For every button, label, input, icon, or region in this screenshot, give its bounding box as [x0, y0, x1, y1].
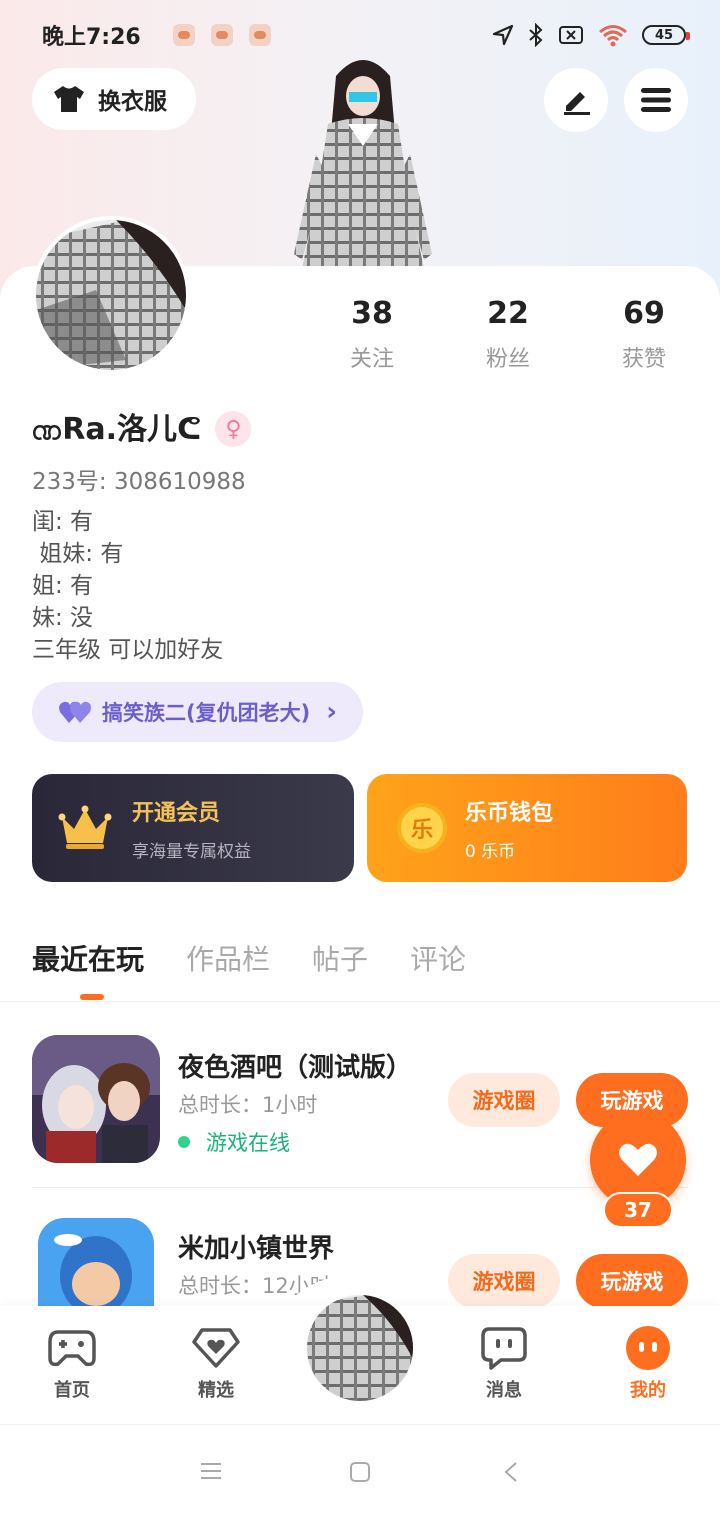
system-navigation-bar: [0, 1424, 720, 1520]
likes-stat[interactable]: 69 获赞: [584, 296, 704, 373]
likes-count: 69: [623, 296, 665, 331]
wallet-title: 乐币钱包: [465, 800, 554, 826]
game-name: 夜色酒吧（测试版）: [178, 1053, 413, 1083]
profile-tabs: 最近在玩 作品栏 帖子 评论: [32, 938, 466, 1000]
edit-profile-button[interactable]: [544, 68, 608, 132]
avatar-image: [36, 220, 186, 370]
chat-icon: [481, 1327, 527, 1370]
coin-wallet-card[interactable]: 乐 乐币钱包 0 乐币: [367, 774, 687, 882]
nickname: ဏRa.洛儿ᕦ: [32, 412, 202, 447]
coin-icon: 乐: [397, 803, 447, 853]
nav-home-label: 首页: [54, 1380, 90, 1401]
nav-profile[interactable]: 我的: [598, 1324, 698, 1402]
game-playtime: 总时长：1小时: [178, 1093, 318, 1117]
game-online-status: 游戏在线: [178, 1127, 290, 1157]
nav-featured-label: 精选: [198, 1380, 234, 1401]
location-icon: [492, 24, 514, 46]
avatar-image: [307, 1295, 413, 1401]
list-divider: [32, 1187, 688, 1188]
battery-level: 45: [654, 27, 674, 43]
game-circle-button[interactable]: 游戏圈: [448, 1073, 560, 1127]
bluetooth-icon: [529, 23, 543, 47]
crown-icon: [58, 805, 112, 849]
tabs-divider: [0, 1001, 720, 1002]
following-count: 38: [351, 296, 393, 331]
recents-icon[interactable]: [200, 1461, 222, 1481]
following-stat[interactable]: 38 关注: [312, 296, 432, 373]
nav-messages-label: 消息: [486, 1380, 522, 1401]
battery-icon: 45: [642, 25, 690, 45]
vip-subtitle: 享海量专属权益: [132, 841, 251, 862]
tab-posts[interactable]: 帖子: [312, 938, 368, 978]
notification-app-icon: [248, 24, 271, 46]
game-name: 米加小镇世界: [178, 1234, 335, 1264]
double-heart-icon: [59, 701, 91, 723]
tab-comments[interactable]: 评论: [410, 938, 466, 978]
heart-diamond-icon: [192, 1328, 240, 1368]
nav-center-avatar[interactable]: [304, 1292, 416, 1404]
home-icon[interactable]: [349, 1461, 371, 1483]
nav-profile-label: 我的: [630, 1380, 666, 1401]
family-group-label: 搞笑族二(复仇团老大): [102, 701, 311, 725]
nav-home[interactable]: 首页: [22, 1324, 122, 1402]
pen-icon: [564, 92, 590, 115]
game-icon: [32, 1035, 160, 1163]
followers-label: 粉丝: [485, 347, 530, 372]
bio-text: 闺: 有 姐妹: 有 姐: 有 妹: 没 三年级 可以加好友: [32, 509, 224, 663]
nickname-row: ဏRa.洛儿ᕦ ♀: [32, 404, 252, 454]
notification-app-icon: [172, 24, 195, 46]
wallet-balance: 0 乐币: [465, 841, 516, 862]
back-icon[interactable]: [502, 1461, 520, 1483]
game-list-item[interactable]: 夜色酒吧（测试版） 总时长：1小时 游戏在线 游戏圈 玩游戏: [32, 1035, 688, 1165]
gamepad-icon: [48, 1330, 96, 1367]
favorite-count-badge: 37: [603, 1192, 673, 1228]
followers-stat[interactable]: 22 粉丝: [448, 296, 568, 373]
followers-count: 22: [487, 296, 529, 331]
game-online-label: 游戏在线: [206, 1131, 290, 1155]
vip-title: 开通会员: [132, 800, 221, 826]
game-circle-button[interactable]: 游戏圈: [448, 1254, 560, 1308]
female-gender-icon: ♀: [215, 411, 252, 447]
play-game-button[interactable]: 玩游戏: [576, 1254, 688, 1308]
following-label: 关注: [349, 347, 394, 372]
heart-icon: [619, 1143, 657, 1176]
change-outfit-label: 换衣服: [98, 89, 167, 115]
tab-recently-played[interactable]: 最近在玩: [32, 938, 144, 1000]
chevron-right-icon: ›: [326, 697, 337, 727]
online-dot-icon: [178, 1136, 190, 1148]
nav-messages[interactable]: 消息: [454, 1324, 554, 1402]
notification-app-icon: [210, 24, 233, 46]
wifi-icon: [599, 25, 627, 47]
user-id: 233号: 308610988: [32, 469, 246, 495]
clock: 晚上7:26: [42, 25, 141, 50]
change-outfit-button[interactable]: 换衣服: [32, 68, 196, 130]
tshirt-icon: [54, 86, 84, 112]
tab-works[interactable]: 作品栏: [186, 938, 270, 978]
hamburger-menu-icon: [641, 88, 671, 112]
profile-face-icon: [626, 1326, 670, 1370]
family-group-badge[interactable]: 搞笑族二(复仇团老大) ›: [32, 682, 363, 742]
avatar-3d-figure[interactable]: [288, 54, 438, 268]
menu-button[interactable]: [624, 68, 688, 132]
nav-featured[interactable]: 精选: [166, 1324, 266, 1402]
vip-membership-card[interactable]: 开通会员 享海量专属权益: [32, 774, 354, 882]
sim-off-icon: [559, 26, 583, 44]
coin-icon-glyph: 乐: [410, 818, 433, 843]
avatar[interactable]: [32, 216, 190, 374]
likes-label: 获赞: [621, 347, 666, 372]
